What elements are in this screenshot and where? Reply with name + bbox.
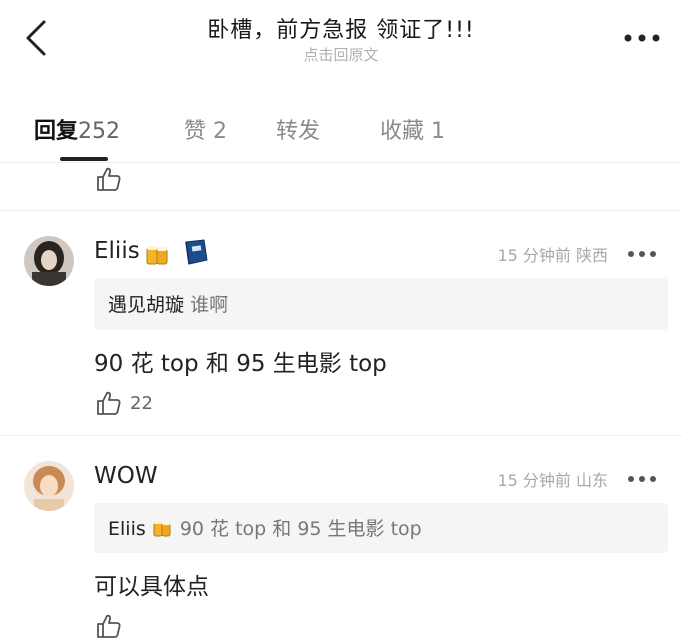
tab-likes-label: 赞 [184,119,207,144]
quoted-text: 谁啊 [190,294,229,316]
avatar[interactable] [24,461,74,511]
timestamp-location: 15 分钟前 山东 [497,471,608,490]
like-count: 22 [130,393,153,414]
quoted-reply[interactable]: 遇见胡璇 谁啊 [94,278,668,330]
username[interactable]: WOW [94,463,158,489]
back-to-original-link[interactable]: 点击回原文 [0,44,682,65]
more-options-icon[interactable] [622,30,662,46]
tab-favorites-count: 1 [431,119,446,144]
tab-reposts[interactable]: 转发 [276,113,320,145]
tab-reposts-label: 转发 [276,119,321,144]
beer-badge-icon [152,518,174,538]
like-button[interactable]: 22 [96,390,176,418]
comment-item: Eliis 15 分钟前 陕西 遇见胡璇 谁啊 90 花 top 和 95 生电… [0,210,682,435]
comment-text: 90 花 top 和 95 生电影 top [94,351,387,377]
quoted-username: Eliis [108,518,146,540]
avatar[interactable] [24,236,74,286]
beer-badge-icon [144,240,172,268]
tab-likes[interactable]: 赞 2 [184,113,227,145]
quoted-text: 90 花 top 和 95 生电影 top [179,518,422,540]
like-button[interactable] [96,613,136,640]
thumbs-up-icon[interactable] [96,166,122,192]
username[interactable]: Eliis [94,238,140,264]
tab-likes-count: 2 [213,119,228,144]
comment-more-icon[interactable] [626,246,658,260]
tab-bar: 回复252 赞 2 转发 收藏 1 [0,95,682,165]
active-tab-indicator [60,157,108,161]
tab-favorites-label: 收藏 [380,119,425,144]
quoted-reply[interactable]: Eliis 90 花 top 和 95 生电影 top [94,503,668,553]
tab-replies[interactable]: 回复252 [34,113,120,145]
top-bar: 卧槽，前方急报 领证了!!! 点击回原文 [0,0,682,80]
tab-replies-label: 回复 [34,119,79,144]
book-badge-icon [180,238,208,266]
tab-replies-count: 252 [78,119,121,144]
tab-favorites[interactable]: 收藏 1 [380,113,445,145]
timestamp-location: 15 分钟前 陕西 [497,246,608,265]
post-title[interactable]: 卧槽，前方急报 领证了!!! [0,12,682,44]
divider [0,162,682,163]
comment-more-icon[interactable] [626,471,658,485]
thumbs-up-icon [96,613,122,639]
quoted-username: 遇见胡璇 [108,294,185,316]
thumbs-up-icon [96,390,122,416]
comment-item: WOW 15 分钟前 山东 Eliis 90 花 top 和 95 生电影 to… [0,435,682,640]
comment-text: 可以具体点 [94,574,209,600]
